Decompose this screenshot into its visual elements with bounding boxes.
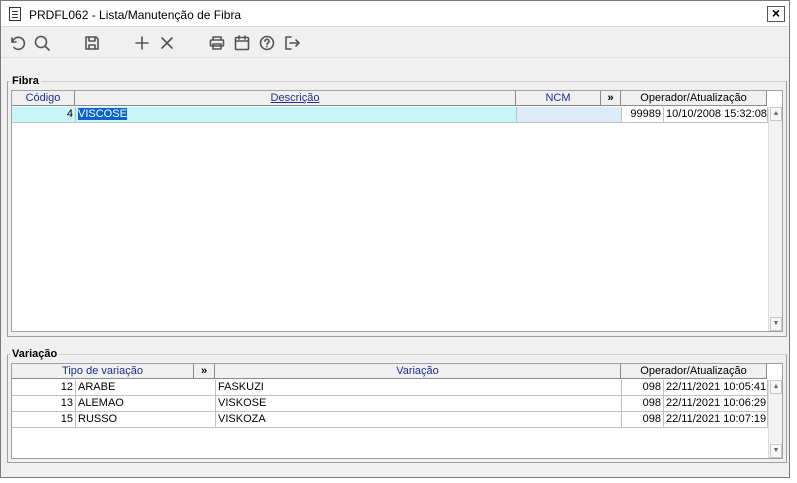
scroll-up-button[interactable]: ▲ <box>770 107 782 121</box>
table-row[interactable]: 13 ALEMAO VISKOSE 098 22/11/2021 10:06:2… <box>12 396 768 412</box>
cell-operador: 098 <box>622 380 664 396</box>
cell-tipo: ALEMAO <box>76 396 216 412</box>
table-row[interactable]: 4 VISCOSE 99989 10/10/2008 15:32:08 <box>12 107 768 123</box>
cell-tipo: ARABE <box>76 380 216 396</box>
fibra-legend: Fibra <box>12 75 39 87</box>
toolbar <box>1 28 789 58</box>
cell-tipo: RUSSO <box>76 412 216 428</box>
column-header-descricao[interactable]: Descrição <box>75 91 516 106</box>
scroll-down-button[interactable]: ▼ <box>770 444 782 458</box>
column-header-ncm[interactable]: NCM <box>516 91 601 106</box>
scroll-down-button[interactable]: ▼ <box>770 317 782 331</box>
table-row[interactable]: 12 ARABE FASKUZI 098 22/11/2021 10:05:41 <box>12 380 768 396</box>
column-header-variacao[interactable]: Variação <box>215 364 621 379</box>
cell-codigo: 13 <box>12 396 76 412</box>
variacao-scrollbar[interactable]: ▲ ▼ <box>768 380 782 458</box>
help-icon[interactable] <box>257 33 277 53</box>
expand-columns-button[interactable]: » <box>601 91 621 106</box>
scroll-up-button[interactable]: ▲ <box>770 380 782 394</box>
cell-variacao: VISKOZA <box>216 412 622 428</box>
cell-variacao: FASKUZI <box>216 380 622 396</box>
cell-codigo: 12 <box>12 380 76 396</box>
print-icon[interactable] <box>207 33 227 53</box>
cell-variacao: VISKOSE <box>216 396 622 412</box>
variacao-grid: Tipo de variação » Variação Operador/Atu… <box>11 363 783 459</box>
cell-codigo: 15 <box>12 412 76 428</box>
column-header-operador[interactable]: Operador/Atualização <box>621 364 767 379</box>
cell-descricao[interactable]: VISCOSE <box>76 107 517 123</box>
table-row[interactable]: 15 RUSSO VISKOZA 098 22/11/2021 10:07:19 <box>12 412 768 428</box>
desktop-background <box>0 478 797 483</box>
cell-operador: 098 <box>622 412 664 428</box>
delete-icon[interactable] <box>157 33 177 53</box>
save-icon[interactable] <box>82 33 102 53</box>
column-header-tipo[interactable]: Tipo de variação <box>12 364 194 379</box>
search-icon[interactable] <box>32 33 52 53</box>
cell-codigo: 4 <box>12 107 76 123</box>
undo-icon[interactable] <box>7 33 27 53</box>
window-title: PRDFL062 - Lista/Manutenção de Fibra <box>29 8 242 22</box>
cell-atualizacao: 22/11/2021 10:06:29 <box>664 396 768 412</box>
calendar-icon[interactable] <box>232 33 252 53</box>
fibra-grid: Código Descrição NCM » Operador/Atualiza… <box>11 90 783 332</box>
column-header-operador[interactable]: Operador/Atualização <box>621 91 767 106</box>
title-bar: PRDFL062 - Lista/Manutenção de Fibra × <box>1 1 789 27</box>
cell-operador: 99989 <box>622 107 664 123</box>
application-window: PRDFL062 - Lista/Manutenção de Fibra × F… <box>0 0 790 478</box>
add-icon[interactable] <box>132 33 152 53</box>
cell-ncm <box>517 107 622 123</box>
close-button[interactable]: × <box>767 6 785 22</box>
fibra-scrollbar[interactable]: ▲ ▼ <box>768 107 782 331</box>
exit-icon[interactable] <box>282 33 302 53</box>
column-header-codigo[interactable]: Código <box>12 91 75 106</box>
variacao-legend: Variação <box>12 348 58 360</box>
cell-descricao-text: VISCOSE <box>78 108 127 120</box>
cell-atualizacao: 22/11/2021 10:05:41 <box>664 380 768 396</box>
cell-atualizacao: 22/11/2021 10:07:19 <box>664 412 768 428</box>
expand-columns-button[interactable]: » <box>194 364 215 379</box>
cell-atualizacao: 10/10/2008 15:32:08 <box>664 107 768 123</box>
document-icon <box>9 7 21 21</box>
cell-operador: 098 <box>622 396 664 412</box>
